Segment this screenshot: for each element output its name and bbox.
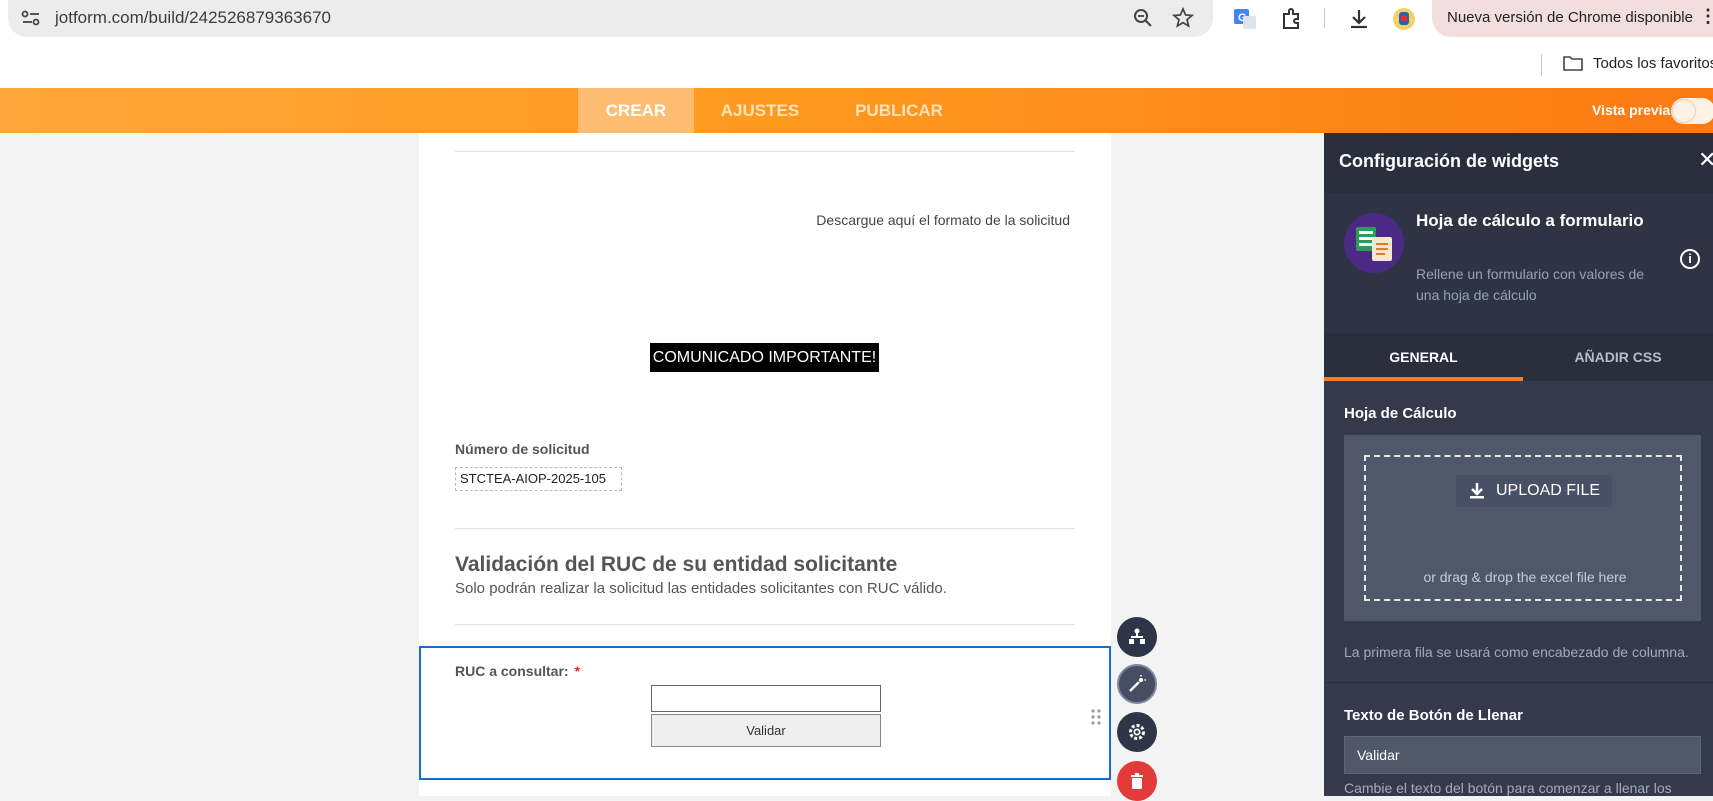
widget-info: Hoja de cálculo a formulario Rellene un … <box>1324 193 1713 333</box>
section-title: Validación del RUC de su entidad solicit… <box>455 553 898 576</box>
magic-wand-icon <box>1129 675 1146 692</box>
extensions-icon[interactable] <box>1279 6 1305 32</box>
dropzone-border: UPLOAD FILE or drag & drop the excel fil… <box>1364 455 1682 601</box>
divider-line <box>455 528 1075 529</box>
tab-general[interactable]: GENERAL <box>1324 333 1523 381</box>
chrome-update-button[interactable]: Nueva versión de Chrome disponible ⋮ <box>1432 0 1713 37</box>
panel-title: Configuración de widgets <box>1339 151 1560 171</box>
fill-button-text-input[interactable]: Validar <box>1344 736 1701 774</box>
wizard-button[interactable] <box>1117 664 1157 704</box>
settings-button[interactable] <box>1117 712 1157 752</box>
upload-dropzone[interactable]: UPLOAD FILE or drag & drop the excel fil… <box>1344 435 1701 621</box>
divider-line <box>455 624 1075 625</box>
divider-line <box>455 151 1075 152</box>
kebab-menu-icon[interactable]: ⋮ <box>1699 6 1713 27</box>
chrome-update-label: Nueva versión de Chrome disponible <box>1447 9 1693 26</box>
preview-toggle[interactable] <box>1671 98 1713 124</box>
section-subtitle: Solo podrán realizar la solicitud las en… <box>455 580 947 597</box>
toolbar-divider <box>1324 8 1325 28</box>
panel-header: Configuración de widgets ✕ <box>1324 133 1713 193</box>
fill-button-label: Texto de Botón de Llenar <box>1344 707 1523 724</box>
important-notice-banner: COMUNICADO IMPORTANTE! <box>650 343 879 372</box>
ruc-label: RUC a consultar: * <box>455 663 580 679</box>
all-bookmarks-link[interactable]: Todos los favoritos <box>1593 55 1713 72</box>
bookmarks-bar: Todos los favoritos <box>0 44 1713 88</box>
ruc-input[interactable] <box>651 685 881 712</box>
ruc-label-text: RUC a consultar: <box>455 663 569 679</box>
download-icon[interactable] <box>1346 6 1372 32</box>
address-bar[interactable]: jotform.com/build/242526879363670 <box>8 0 1213 37</box>
trash-icon <box>1131 773 1143 789</box>
upload-download-icon <box>1470 483 1484 499</box>
bookmark-star-icon[interactable] <box>1172 7 1194 29</box>
form-canvas: Descargue aquí el formato de la solicitu… <box>419 133 1111 796</box>
builder-topbar: CREAR AJUSTES PUBLICAR Vista previa <box>0 88 1713 133</box>
preview-label: Vista previa <box>1592 102 1671 118</box>
upload-file-button[interactable]: UPLOAD FILE <box>1456 475 1613 507</box>
request-number-field[interactable]: STCTEA-AIOP-2025-105 <box>455 467 622 491</box>
widget-name: Hoja de cálculo a formulario <box>1416 211 1644 230</box>
request-number-label: Número de solicitud <box>455 441 590 457</box>
hierarchy-icon <box>1129 628 1145 644</box>
url-text[interactable]: jotform.com/build/242526879363670 <box>55 8 331 28</box>
profile-avatar-icon[interactable] <box>1391 6 1417 32</box>
bookmarks-divider <box>1541 54 1542 76</box>
browser-chrome: jotform.com/build/242526879363670 G Nuev… <box>0 0 1713 88</box>
spreadsheet-label: Hoja de Cálculo <box>1344 405 1457 422</box>
info-icon[interactable]: i <box>1680 249 1700 269</box>
gear-icon <box>1129 724 1145 740</box>
ruc-field-block[interactable]: RUC a consultar: * Validar <box>419 646 1111 780</box>
site-settings-icon[interactable] <box>20 8 42 28</box>
zoom-icon[interactable] <box>1132 7 1154 29</box>
close-icon[interactable]: ✕ <box>1698 147 1713 173</box>
panel-divider <box>1324 682 1713 683</box>
tab-ajustes[interactable]: AJUSTES <box>706 88 814 133</box>
spreadsheet-widget-icon <box>1344 213 1404 273</box>
validate-button[interactable]: Validar <box>651 714 881 747</box>
required-marker: * <box>574 663 581 679</box>
tab-crear[interactable]: CREAR <box>578 88 694 133</box>
widget-settings-panel: Configuración de widgets ✕ Hoja de cálcu… <box>1324 133 1713 796</box>
upload-file-label: UPLOAD FILE <box>1496 482 1601 499</box>
first-row-hint: La primera fila se usará como encabezado… <box>1344 644 1689 660</box>
google-translate-icon[interactable]: G <box>1232 6 1258 32</box>
toggle-knob <box>1673 100 1695 122</box>
tab-add-css[interactable]: AÑADIR CSS <box>1523 333 1713 381</box>
delete-button[interactable] <box>1117 761 1157 801</box>
drag-drop-text: or drag & drop the excel file here <box>1423 569 1627 585</box>
panel-tabs: GENERAL AÑADIR CSS <box>1324 333 1713 381</box>
fill-button-hint: Cambie el texto del botón para comenzar … <box>1344 780 1672 796</box>
folder-icon <box>1563 56 1583 71</box>
tab-publicar[interactable]: PUBLICAR <box>842 88 956 133</box>
download-format-text[interactable]: Descargue aquí el formato de la solicitu… <box>816 212 1070 228</box>
drag-handle-icon[interactable] <box>1090 708 1102 726</box>
widget-description: Rellene un formulario con valores de una… <box>1416 266 1645 303</box>
conditions-button[interactable] <box>1117 617 1157 657</box>
